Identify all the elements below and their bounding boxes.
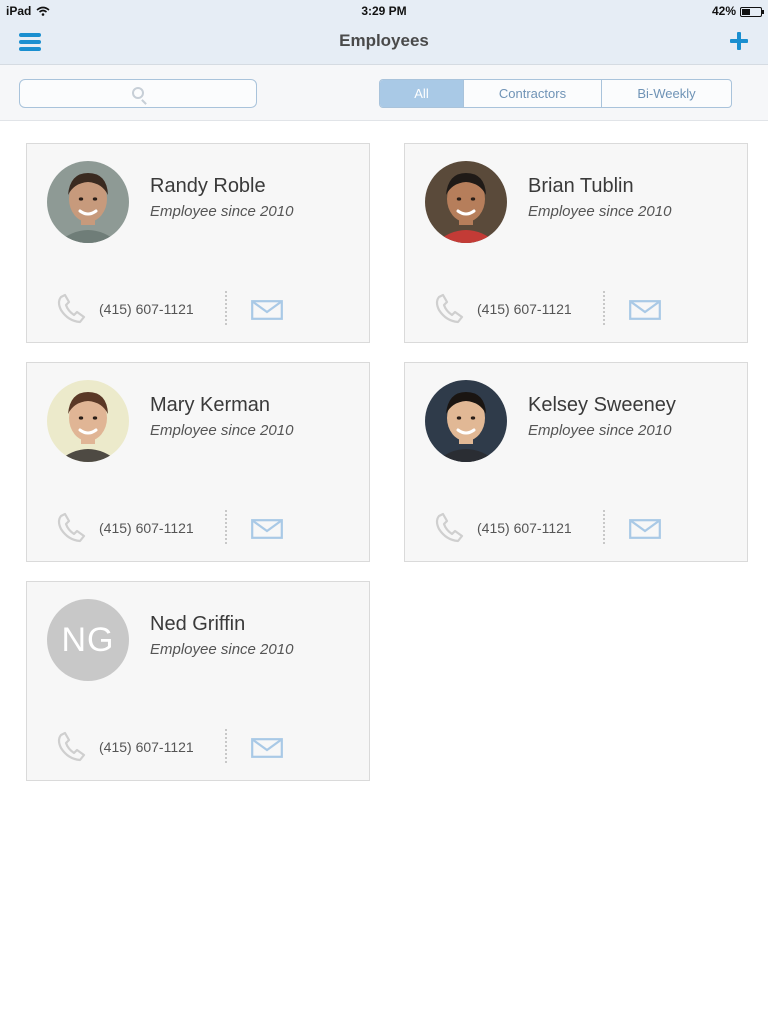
employee-since: Employee since 2010 <box>150 422 294 439</box>
filter-all[interactable]: All <box>380 80 464 107</box>
avatar <box>425 380 507 462</box>
battery-percent: 42% <box>711 4 736 18</box>
add-employee-button[interactable] <box>728 30 750 52</box>
mail-icon[interactable] <box>251 519 283 539</box>
avatar-photo <box>425 161 507 243</box>
phone-number[interactable]: (415) 607-1121 <box>99 520 194 536</box>
employee-card[interactable]: Mary Kerman Employee since 2010 (415) 60… <box>26 362 370 562</box>
phone-icon[interactable] <box>56 511 86 543</box>
toolbar: All Contractors Bi-Weekly <box>0 65 768 121</box>
employee-card[interactable]: Randy Roble Employee since 2010 (415) 60… <box>26 143 370 343</box>
nav-bar: Employees <box>0 22 768 65</box>
search-input[interactable] <box>20 80 256 107</box>
phone-number[interactable]: (415) 607-1121 <box>477 520 572 536</box>
divider <box>603 291 605 325</box>
avatar-photo <box>47 161 129 243</box>
battery-fill <box>742 8 750 15</box>
phone-number[interactable]: (415) 607-1121 <box>99 301 194 317</box>
phone-icon[interactable] <box>434 292 464 324</box>
filter-contractors[interactable]: Contractors <box>464 80 602 107</box>
search-field[interactable] <box>19 79 257 108</box>
employee-since: Employee since 2010 <box>528 203 672 220</box>
avatar <box>47 380 129 462</box>
phone-icon[interactable] <box>56 730 86 762</box>
status-right: 42% <box>711 4 764 18</box>
avatar <box>47 161 129 243</box>
divider <box>225 510 227 544</box>
divider <box>225 729 227 763</box>
mail-icon[interactable] <box>251 300 283 320</box>
employee-name: Ned Griffin <box>150 613 246 635</box>
filter-bi-weekly[interactable]: Bi-Weekly <box>602 80 731 107</box>
employee-since: Employee since 2010 <box>150 203 294 220</box>
employee-card[interactable]: Brian Tublin Employee since 2010 (415) 6… <box>404 143 748 343</box>
employee-name: Randy Roble <box>150 175 266 197</box>
avatar-photo <box>425 380 507 462</box>
divider <box>225 291 227 325</box>
phone-number[interactable]: (415) 607-1121 <box>99 739 194 755</box>
battery-icon <box>740 6 764 17</box>
phone-icon[interactable] <box>434 511 464 543</box>
avatar-initials: NG <box>61 620 115 659</box>
phone-number[interactable]: (415) 607-1121 <box>477 301 572 317</box>
avatar-photo <box>47 380 129 462</box>
employee-name: Mary Kerman <box>150 394 271 416</box>
clock: 3:29 PM <box>361 4 407 18</box>
mail-icon[interactable] <box>251 738 283 758</box>
filter-segmented-control: All Contractors Bi-Weekly <box>379 79 732 108</box>
employee-card[interactable]: Kelsey Sweeney Employee since 2010 (415)… <box>404 362 748 562</box>
employee-since: Employee since 2010 <box>528 422 672 439</box>
employee-since: Employee since 2010 <box>150 641 294 658</box>
divider <box>603 510 605 544</box>
page-title: Employees <box>339 31 429 50</box>
employee-card[interactable]: NG Ned Griffin Employee since 2010 (415)… <box>26 581 370 781</box>
avatar <box>425 161 507 243</box>
employee-name: Kelsey Sweeney <box>528 394 676 416</box>
mail-icon[interactable] <box>629 519 661 539</box>
status-bar: iPad 3:29 PM 42% <box>0 0 768 22</box>
mail-icon[interactable] <box>629 300 661 320</box>
phone-icon[interactable] <box>56 292 86 324</box>
avatar: NG <box>47 599 129 681</box>
employee-name: Brian Tublin <box>528 175 634 197</box>
